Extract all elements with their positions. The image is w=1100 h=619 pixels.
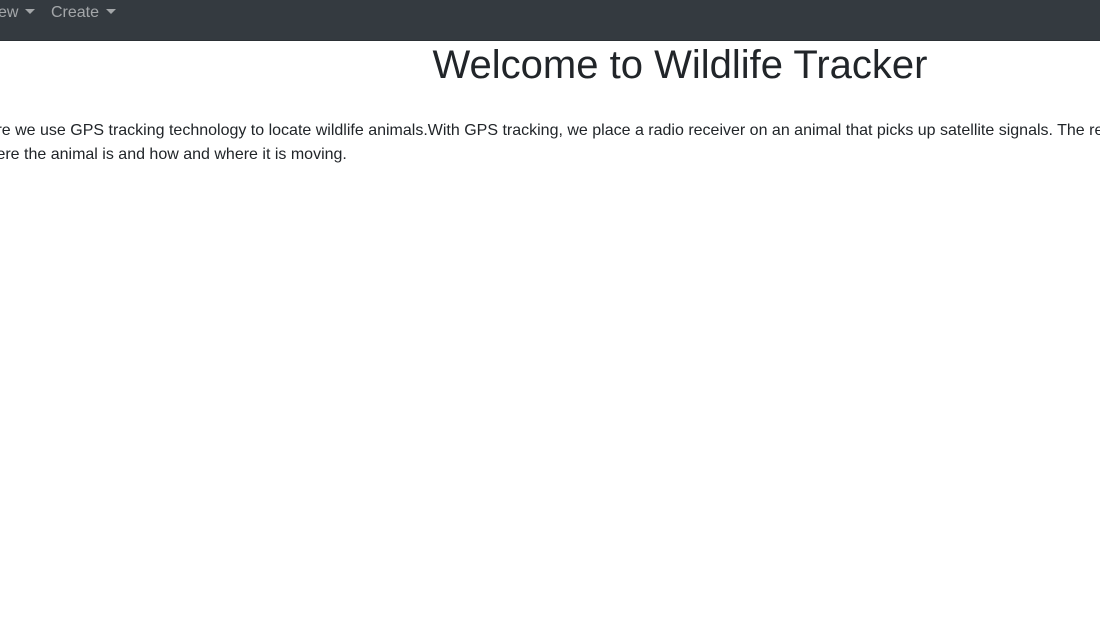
chevron-down-icon [106,9,117,14]
nav-dropdown-view[interactable]: View [0,0,36,25]
intro-paragraph: Here we use GPS tracking technology to l… [0,119,1100,167]
page-title: Welcome to Wildlife Tracker [432,43,928,87]
top-navbar: View Create [0,0,1100,41]
intro-line: Here we use GPS tracking technology to l… [0,122,1100,139]
nav-dropdown-create-label: Create [51,4,100,21]
nav-dropdown-create[interactable]: Create [51,0,117,25]
nav-dropdown-view-label: View [0,4,19,21]
chevron-down-icon [25,9,36,14]
intro-line: where the animal is and how and where it… [0,146,347,163]
